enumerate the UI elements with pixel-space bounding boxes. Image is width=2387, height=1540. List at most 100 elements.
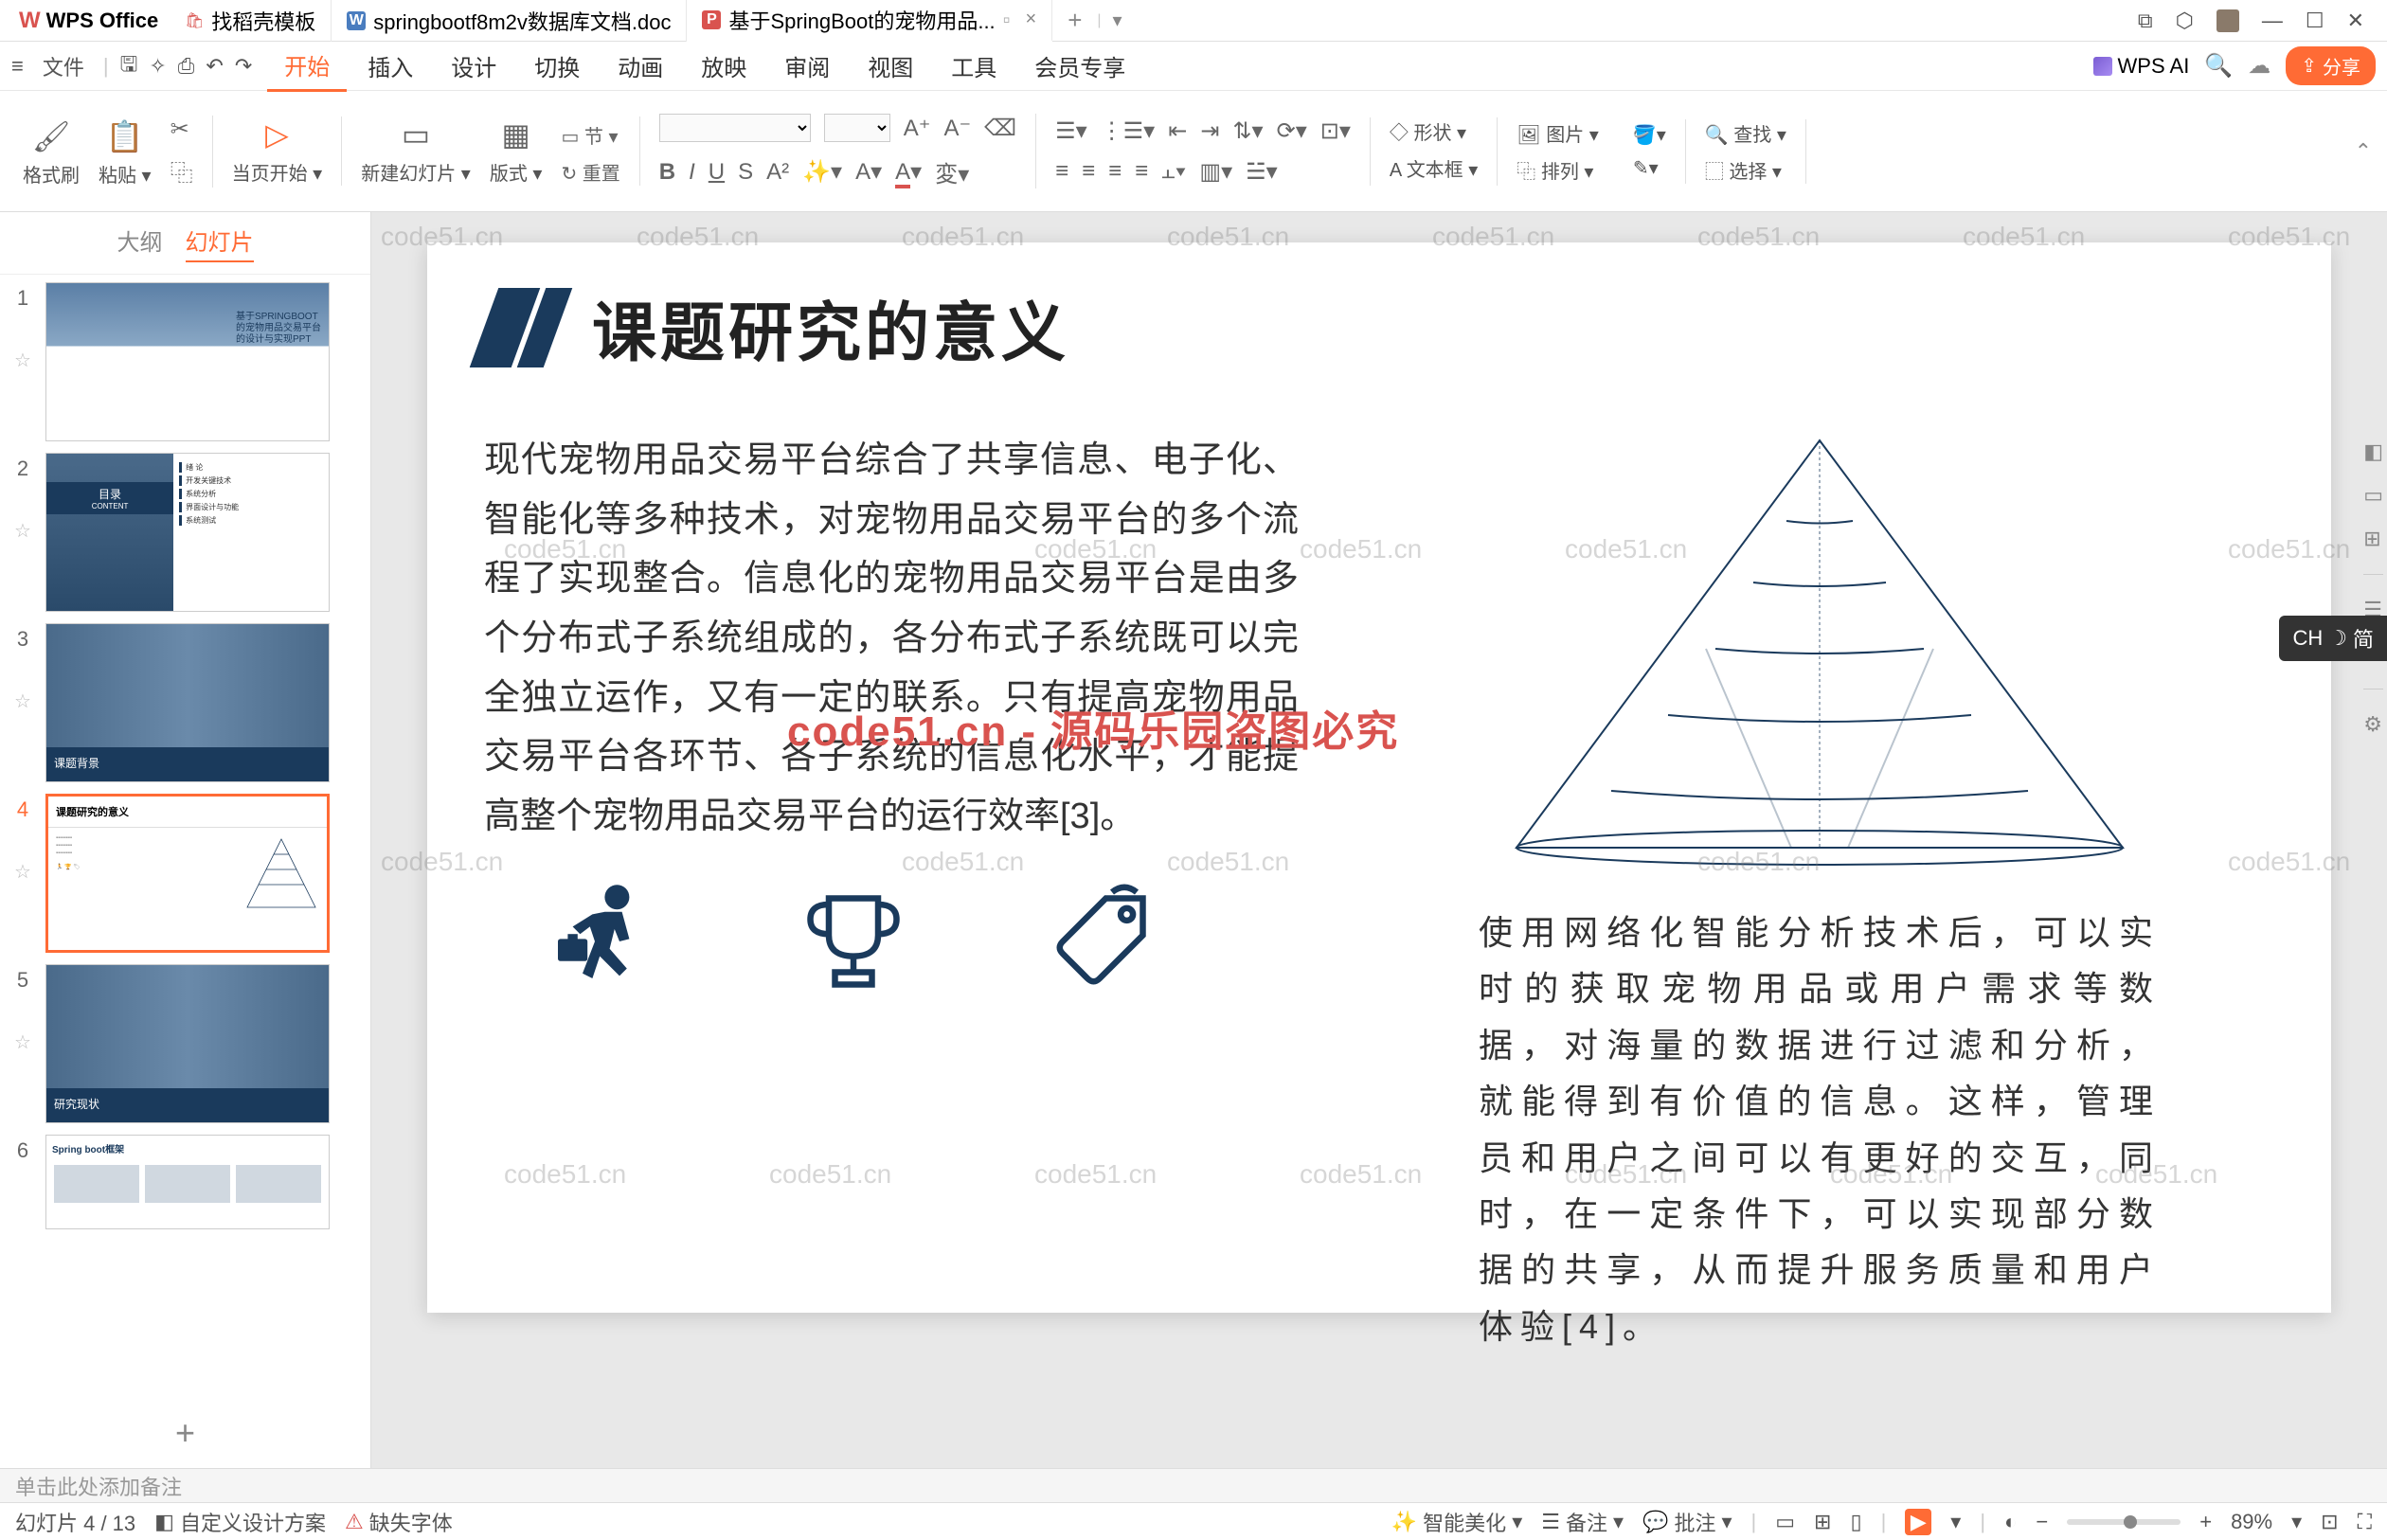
format-painter-button[interactable]: 🖌格式刷 — [23, 118, 80, 188]
tab-dropdown[interactable]: ▾ — [1102, 9, 1134, 32]
notes-toggle[interactable]: ☰ 备注 ▾ — [1541, 1507, 1624, 1537]
text-effect-icon[interactable]: ✨▾ — [802, 158, 842, 186]
wps-ai-button[interactable]: WPS AI — [2093, 54, 2190, 79]
view-normal-icon[interactable]: ▭ — [1775, 1510, 1795, 1534]
align-left-icon[interactable]: ≡ — [1055, 158, 1068, 185]
add-slide-button[interactable]: + — [0, 1398, 370, 1468]
missing-font-warning[interactable]: ⚠ 缺失字体 — [345, 1507, 453, 1537]
save-icon[interactable]: 🖫 — [120, 48, 138, 84]
find-button[interactable]: 🔍 查找 ▾ — [1705, 119, 1786, 147]
bold-icon[interactable]: B — [659, 159, 675, 186]
undo-icon[interactable]: ↶ — [206, 54, 223, 79]
fill-color-button[interactable]: 🪣▾ — [1633, 123, 1666, 147]
indent-left-icon[interactable]: ⇤ — [1168, 117, 1187, 145]
redo-icon[interactable]: ↷ — [235, 54, 252, 79]
star-icon[interactable]: ☆ — [14, 689, 31, 713]
font-family-select[interactable] — [659, 114, 811, 142]
star-icon[interactable]: ☆ — [14, 519, 31, 543]
slideshow-dropdown[interactable]: ▾ — [1950, 1510, 1961, 1534]
align-right-icon[interactable]: ≡ — [1108, 158, 1122, 185]
cube-icon[interactable]: ⬡ — [2176, 9, 2194, 33]
new-slide-button[interactable]: ▭新建幻灯片 ▾ — [361, 116, 471, 186]
font-increase-icon[interactable]: A⁺ — [904, 115, 931, 142]
shape-button[interactable]: ◇ 形状 ▾ — [1390, 117, 1478, 145]
fit-icon[interactable]: ⊡ — [2321, 1510, 2338, 1534]
color-mode-icon[interactable]: ◐ — [2004, 1510, 2017, 1534]
superscript-icon[interactable]: A² — [766, 159, 789, 186]
menu-animation[interactable]: 动画 — [601, 42, 680, 90]
star-icon[interactable]: ☆ — [14, 860, 31, 884]
share-button[interactable]: ⇪ 分享 — [2286, 46, 2376, 85]
tab-outline[interactable]: 大纲 — [117, 224, 163, 262]
view-sorter-icon[interactable]: ⊞ — [1814, 1510, 1831, 1534]
zoom-slider[interactable] — [2067, 1519, 2181, 1525]
distribute-icon[interactable]: ⫠▾ — [1161, 158, 1186, 185]
arrange-button[interactable]: ⿻ 排列 ▾ — [1517, 156, 1599, 184]
menu-slideshow[interactable]: 放映 — [684, 42, 763, 90]
thumbnail-2[interactable]: 目录CONTENT绪 论开发关键技术系统分析界面设计与功能系统测试 — [45, 453, 330, 612]
align-justify-icon[interactable]: ≡ — [1135, 158, 1148, 185]
gutter-icon[interactable]: ◧ — [2363, 439, 2383, 464]
comments-toggle[interactable]: 💬 批注 ▾ — [1642, 1507, 1732, 1537]
menu-view[interactable]: 视图 — [851, 42, 930, 90]
star-icon[interactable]: ☆ — [14, 349, 31, 372]
thumbnail-3[interactable]: 课题背景 — [45, 623, 330, 782]
ime-indicator[interactable]: CH ☽ 简 — [2279, 616, 2387, 661]
play-from-current-button[interactable]: ▷当页开始 ▾ — [232, 116, 323, 186]
window-mode-icon[interactable]: ⧉ — [2138, 9, 2153, 33]
gutter-icon[interactable]: ▭ — [2363, 483, 2383, 508]
paste-button[interactable]: 📋粘贴 ▾ — [99, 118, 152, 188]
convert-icon[interactable]: ☱▾ — [1246, 158, 1278, 186]
zoom-dropdown[interactable]: ▾ — [2291, 1510, 2302, 1534]
thumbnail-1[interactable]: 基于SPRINGBOOT的宠物用品交易平台的设计与实现PPT — [45, 282, 330, 441]
gutter-icon[interactable]: ⊞ — [2363, 527, 2383, 551]
tab-ppt-active[interactable]: P 基于SpringBoot的宠物用品... ▫ × — [687, 0, 1052, 42]
tab-doc[interactable]: W springbootf8m2v数据库文档.doc — [332, 0, 687, 42]
fullscreen-icon[interactable]: ⛶ — [2358, 1510, 2372, 1534]
paragraph-1[interactable]: 现代宠物用品交易平台综合了共享信息、电子化、智能化等多种技术，对宠物用品交易平台… — [484, 431, 1299, 847]
align-text-icon[interactable]: ⊡▾ — [1320, 117, 1351, 145]
slideshow-button[interactable]: ▶ — [1905, 1509, 1931, 1535]
menu-review[interactable]: 审阅 — [767, 42, 847, 90]
bullets-icon[interactable]: ☰▾ — [1055, 117, 1087, 145]
new-icon[interactable]: ✧ — [149, 54, 166, 79]
menu-transition[interactable]: 切换 — [517, 42, 597, 90]
notes-bar[interactable]: 单击此处添加备注 — [0, 1468, 2387, 1502]
menu-insert[interactable]: 插入 — [350, 42, 430, 90]
clear-format-icon[interactable]: ⌫ — [984, 115, 1016, 142]
ribbon-collapse-icon[interactable]: ⌃ — [2355, 139, 2372, 164]
close-tab-icon[interactable]: × — [1026, 9, 1037, 30]
textbox-button[interactable]: A 文本框 ▾ — [1390, 154, 1478, 182]
menu-tools[interactable]: 工具 — [934, 42, 1014, 90]
thumbnail-5[interactable]: 研究现状 — [45, 964, 330, 1123]
tab-templates[interactable]: 🛍 找稻壳模板 — [170, 0, 332, 42]
new-tab-button[interactable]: + — [1052, 6, 1097, 35]
layout-button[interactable]: ▦版式 ▾ — [490, 116, 543, 186]
underline-icon[interactable]: U — [709, 159, 725, 186]
zoom-in-icon[interactable]: + — [2199, 1510, 2212, 1534]
gutter-settings-icon[interactable]: ⚙ — [2363, 712, 2383, 737]
zoom-out-icon[interactable]: − — [2036, 1510, 2048, 1534]
avatar[interactable] — [2216, 9, 2239, 32]
picture-button[interactable]: 🖼 图片 ▾ — [1517, 119, 1599, 147]
columns-icon[interactable]: ▥▾ — [1199, 158, 1232, 186]
zoom-value[interactable]: 89% — [2231, 1510, 2272, 1534]
minimize-icon[interactable]: — — [2262, 9, 2283, 33]
maximize-icon[interactable]: ☐ — [2306, 9, 2324, 33]
canvas-scroll[interactable]: 课题研究的意义 现代宠物用品交易平台综合了共享信息、电子化、智能化等多种技术，对… — [371, 212, 2387, 1468]
italic-icon[interactable]: I — [689, 159, 695, 186]
highlight-icon[interactable]: A▾ — [855, 158, 882, 186]
menu-start[interactable]: 开始 — [267, 41, 347, 92]
thumbnail-6[interactable]: Spring boot框架 — [45, 1135, 330, 1229]
reset-button[interactable]: ↻ 重置 — [561, 158, 619, 186]
font-color-icon[interactable]: A▾ — [895, 158, 922, 186]
search-icon[interactable]: 🔍 — [2204, 52, 2233, 80]
thumbnail-4-active[interactable]: 课题研究的意义▪▪▪▪▪▪▪▪▪▪▪▪▪▪▪▪▪▪▪▪▪▪▪▪🏃 🏆 🏷 — [45, 794, 330, 953]
close-icon[interactable]: ✕ — [2347, 9, 2364, 33]
star-icon[interactable]: ☆ — [14, 1030, 31, 1054]
design-scheme[interactable]: ◧ 自定义设计方案 — [154, 1507, 326, 1537]
indent-right-icon[interactable]: ⇥ — [1200, 117, 1219, 145]
line-spacing-icon[interactable]: ⇅▾ — [1232, 117, 1263, 145]
phonetic-icon[interactable]: 変▾ — [935, 155, 969, 188]
font-size-select[interactable] — [824, 114, 890, 142]
